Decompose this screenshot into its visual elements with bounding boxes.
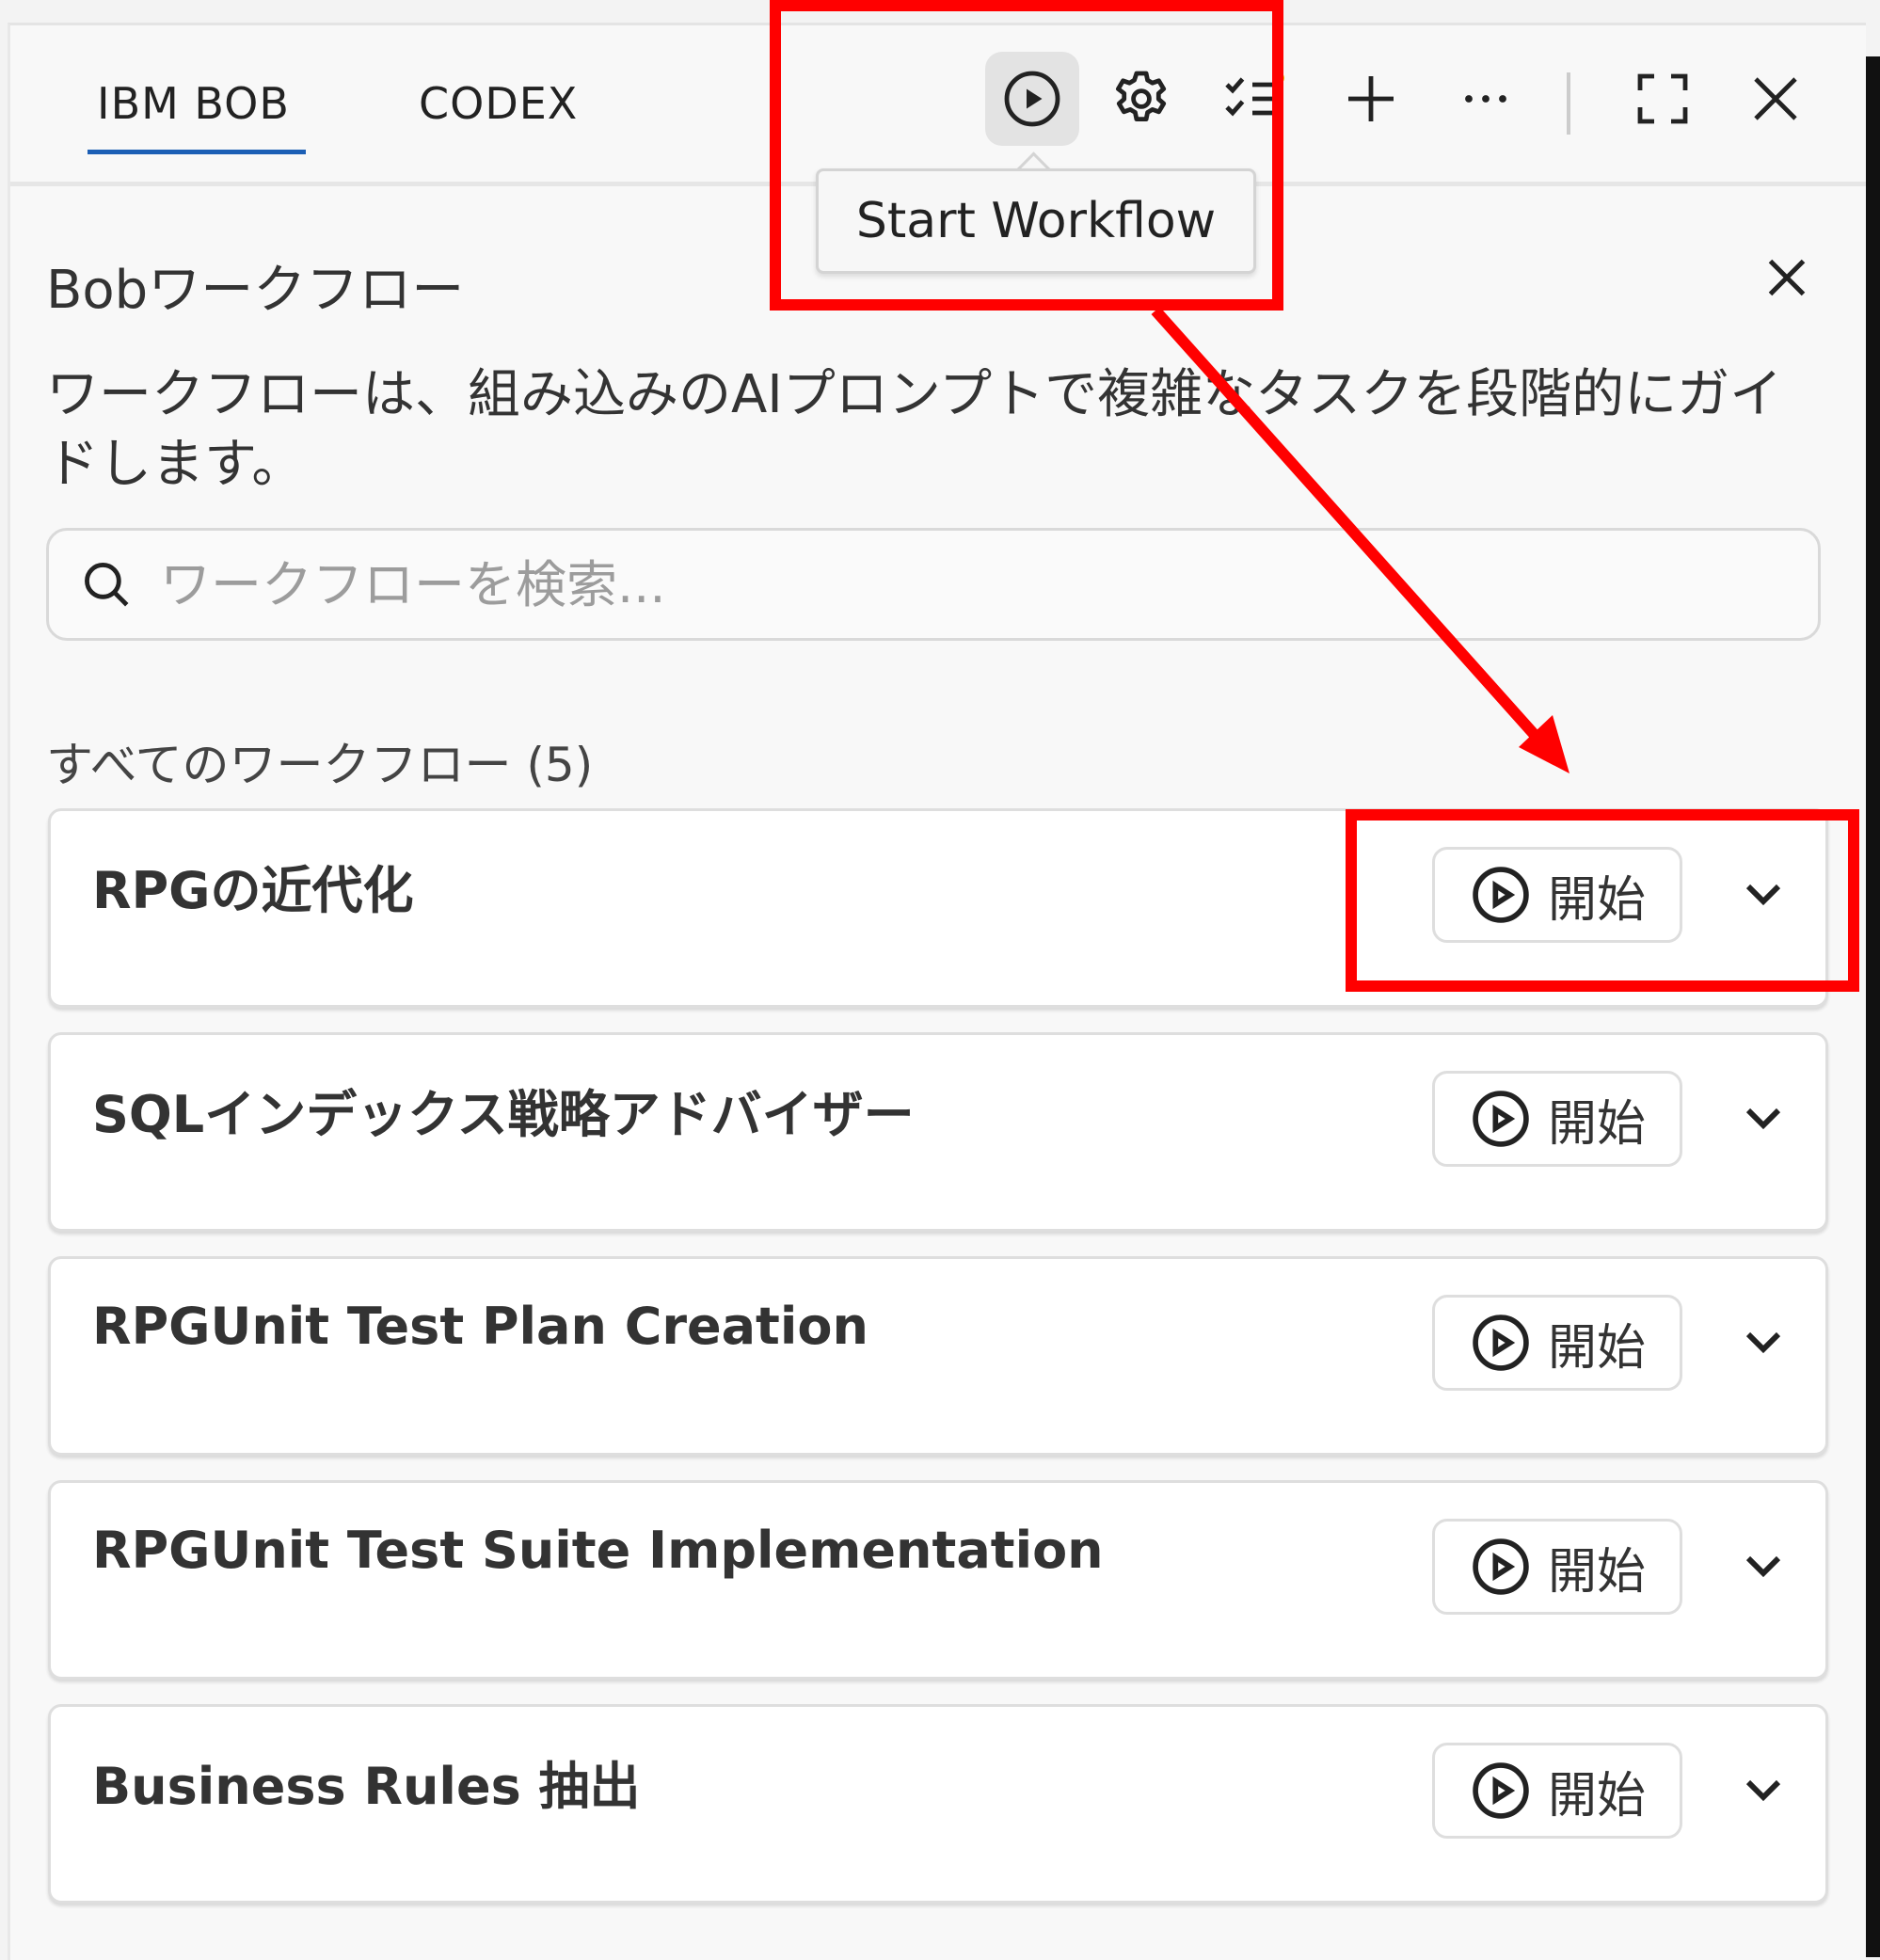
- more-actions-button[interactable]: [1439, 52, 1533, 146]
- close-workflows-button[interactable]: [1749, 240, 1824, 315]
- close-icon: [1754, 77, 1797, 120]
- play-circle-icon: [1473, 1538, 1529, 1595]
- workflow-card[interactable]: RPGUnit Test Suite Implementation 開始: [48, 1480, 1828, 1680]
- play-circle-icon: [1473, 1315, 1529, 1371]
- start-button[interactable]: 開始: [1432, 1519, 1682, 1615]
- more-icon: [1465, 95, 1506, 103]
- start-label: 開始: [1547, 1095, 1646, 1153]
- expand-chevron[interactable]: [1733, 1760, 1793, 1820]
- panel-description: ワークフローは、組み込みのAIプロンプトで複雑なタスクを段階的にガイドします。: [46, 364, 1783, 495]
- search-icon: [85, 563, 129, 607]
- play-circle-icon: [1473, 1091, 1529, 1147]
- tab-codex[interactable]: CODEX: [419, 78, 578, 129]
- workflow-card[interactable]: RPGUnit Test Plan Creation 開始: [48, 1256, 1828, 1456]
- chevron-down-icon: [1745, 1555, 1781, 1578]
- search-box: [46, 528, 1821, 641]
- close-icon: [1768, 259, 1806, 296]
- start-button[interactable]: 開始: [1432, 1295, 1682, 1391]
- workflow-card[interactable]: SQLインデックス戦略アドバイザー 開始: [48, 1032, 1828, 1232]
- start-label: 開始: [1547, 1767, 1646, 1825]
- start-label: 開始: [1547, 1319, 1646, 1377]
- plus-icon: [1348, 76, 1394, 121]
- workflow-name: Business Rules 抽出: [92, 1757, 641, 1816]
- workflow-card[interactable]: Business Rules 抽出 開始: [48, 1704, 1828, 1904]
- new-button[interactable]: [1324, 52, 1418, 146]
- chevron-down-icon: [1745, 1331, 1781, 1354]
- annotation-highlight-start: [1346, 809, 1859, 992]
- start-button[interactable]: 開始: [1432, 1071, 1682, 1167]
- workflow-name: RPGUnit Test Plan Creation: [92, 1297, 868, 1356]
- annotation-highlight-toolbar: [770, 0, 1283, 311]
- workflow-name: RPGUnit Test Suite Implementation: [92, 1521, 1104, 1580]
- expand-chevron[interactable]: [1733, 1088, 1793, 1148]
- chevron-down-icon: [1745, 1107, 1781, 1130]
- expand-icon: [1637, 73, 1688, 124]
- workflow-name: RPGの近代化: [92, 861, 414, 920]
- tab-ibm-bob[interactable]: IBM BOB: [97, 78, 290, 129]
- window-edge: [1865, 56, 1880, 1957]
- close-panel-button[interactable]: [1729, 52, 1823, 146]
- toolbar-divider: [1567, 72, 1570, 135]
- start-label: 開始: [1547, 1543, 1646, 1601]
- play-circle-icon: [1473, 1762, 1529, 1819]
- expand-chevron[interactable]: [1733, 1312, 1793, 1372]
- workflow-name: SQLインデックス戦略アドバイザー: [92, 1085, 915, 1144]
- chevron-down-icon: [1745, 1779, 1781, 1802]
- maximize-button[interactable]: [1616, 52, 1710, 146]
- expand-chevron[interactable]: [1733, 1536, 1793, 1596]
- search-input[interactable]: [158, 540, 1780, 629]
- section-label: すべてのワークフロー (5): [46, 738, 594, 792]
- active-tab-indicator: [88, 150, 306, 154]
- page-title: Bobワークフロー: [46, 260, 465, 321]
- start-button[interactable]: 開始: [1432, 1743, 1682, 1839]
